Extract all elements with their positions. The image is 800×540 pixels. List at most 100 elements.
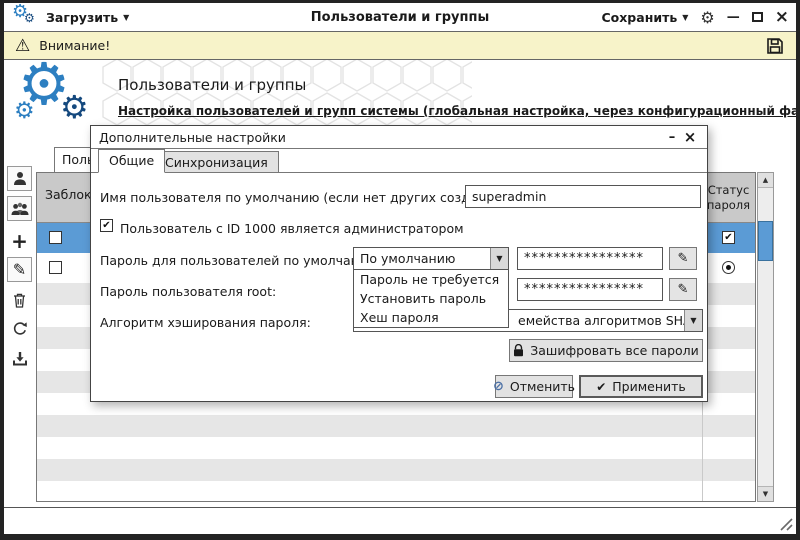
- root-password-input[interactable]: ****************: [517, 278, 663, 301]
- page-subtitle-link[interactable]: Настройка пользователей и групп системы …: [118, 104, 800, 118]
- warning-bar: ⚠ Внимание!: [4, 31, 796, 60]
- dialog-titlebar: Дополнительные настройки – ×: [91, 126, 707, 149]
- admin-checkbox[interactable]: ✔: [100, 219, 113, 232]
- tab-synchronization[interactable]: Синхронизация: [154, 151, 279, 173]
- scrollbar-thumb[interactable]: [758, 221, 773, 261]
- app-window: ⚙ ⚙ Загрузить ▼ Пользователи и группы Со…: [0, 0, 800, 540]
- import-icon: [12, 351, 27, 365]
- users-groups-logo-icon: ⚙ ⚙ ⚙: [14, 50, 112, 132]
- pencil-icon: ✎: [677, 251, 689, 266]
- settings-gear-icon[interactable]: ⚙: [700, 8, 714, 27]
- dropdown-arrow-icon[interactable]: ▼: [684, 310, 702, 331]
- check-icon: ✔: [724, 231, 733, 243]
- password-mode-dropdown: Пароль не требуется Установить пароль Хе…: [353, 269, 509, 328]
- scroll-down-button[interactable]: ▼: [758, 486, 773, 501]
- cancel-label: Отменить: [509, 379, 576, 394]
- chevron-down-icon: ▼: [496, 254, 503, 263]
- default-password-input[interactable]: ****************: [517, 247, 663, 270]
- table-empty-row: [37, 415, 755, 437]
- row-checkbox[interactable]: [49, 261, 62, 274]
- edit-password-button[interactable]: ✎: [669, 247, 697, 270]
- save-menu-label: Сохранить: [601, 9, 678, 25]
- window-title: Пользователи и группы: [310, 9, 490, 25]
- scroll-down-icon: ▼: [762, 490, 769, 498]
- gear-icon: ⚙: [60, 88, 89, 126]
- password-status-radio[interactable]: [722, 261, 735, 274]
- hex-pattern-decoration: [102, 58, 472, 132]
- dialog-close-button[interactable]: ×: [681, 128, 699, 146]
- resize-grip[interactable]: [777, 515, 795, 533]
- table-empty-row: [37, 437, 755, 459]
- check-icon: ✔: [596, 379, 607, 394]
- dropdown-arrow-icon[interactable]: ▼: [490, 248, 508, 269]
- chevron-down-icon: ▼: [123, 12, 130, 22]
- users-group-icon: [11, 202, 28, 215]
- root-password-label: Пароль пользователя root:: [100, 284, 277, 299]
- load-menu-label: Загрузить: [46, 9, 119, 25]
- chevron-down-icon: ▼: [682, 12, 689, 22]
- chevron-down-icon: ▼: [690, 316, 697, 325]
- save-file-icon[interactable]: [765, 36, 785, 56]
- dropdown-option[interactable]: Установить пароль: [354, 289, 508, 308]
- load-menu-button[interactable]: Загрузить ▼: [46, 10, 129, 25]
- dialog-minimize-button[interactable]: –: [663, 130, 681, 145]
- groups-button[interactable]: [7, 196, 32, 221]
- gear-icon: ⚙: [24, 11, 35, 25]
- trash-icon: [14, 293, 25, 308]
- cancel-icon: ⊘: [492, 379, 504, 394]
- dialog-tabs: Общие Синхронизация: [91, 149, 707, 173]
- gear-icon: ⚙: [14, 98, 35, 124]
- close-button[interactable]: ×: [775, 8, 789, 26]
- admin-checkbox-label: Пользователь с ID 1000 является админист…: [120, 221, 464, 236]
- column-header-password-status: Статус пароля: [701, 173, 755, 222]
- minimize-button[interactable]: —: [727, 11, 740, 24]
- cancel-button[interactable]: ⊘ Отменить: [492, 375, 576, 398]
- app-logo-gears-icon: ⚙ ⚙: [12, 1, 38, 29]
- encrypt-all-label: Зашифровать все пароли: [530, 343, 699, 358]
- pencil-icon: ✎: [677, 282, 689, 297]
- encrypt-all-button[interactable]: Зашифровать все пароли: [509, 339, 703, 362]
- save-menu-button[interactable]: Сохранить ▼: [601, 10, 688, 25]
- import-button[interactable]: [7, 346, 32, 371]
- warning-icon: ⚠: [15, 35, 31, 56]
- delete-button[interactable]: [7, 287, 32, 312]
- selected-option: По умолчанию: [360, 251, 456, 266]
- warning-text: Внимание!: [39, 38, 111, 53]
- additional-settings-dialog: Дополнительные настройки – × Общие Синхр…: [90, 125, 708, 402]
- tab-users[interactable]: Поль: [54, 147, 94, 172]
- dialog-title: Дополнительные настройки: [99, 129, 286, 145]
- column-header-blocked: Заблок: [45, 187, 92, 202]
- scroll-up-icon: ▲: [762, 176, 769, 184]
- table-empty-row: [37, 459, 755, 481]
- hash-algorithm-label: Алгоритм хэширования пароля:: [100, 315, 311, 330]
- lock-icon: [514, 344, 524, 357]
- row-checkbox[interactable]: [49, 231, 62, 244]
- user-button[interactable]: [7, 166, 32, 191]
- refresh-icon: [13, 321, 27, 335]
- scroll-up-button[interactable]: ▲: [758, 173, 773, 188]
- edit-root-password-button[interactable]: ✎: [669, 278, 697, 301]
- selected-option: емейства алгоритмов SHA-: [518, 313, 696, 328]
- titlebar: ⚙ ⚙ Загрузить ▼ Пользователи и группы Со…: [4, 1, 796, 31]
- plus-icon: +: [11, 228, 28, 253]
- add-button[interactable]: +: [7, 228, 32, 253]
- check-icon: ✔: [102, 219, 111, 231]
- password-status-checkbox[interactable]: ✔: [722, 231, 735, 244]
- maximize-button[interactable]: [751, 12, 763, 22]
- statusbar-divider: [4, 507, 796, 508]
- default-user-input[interactable]: superadmin: [465, 185, 701, 208]
- tab-general[interactable]: Общие: [98, 149, 166, 173]
- refresh-button[interactable]: [7, 316, 32, 341]
- default-user-label: Имя пользователя по умолчанию (если нет …: [100, 190, 521, 205]
- dropdown-option[interactable]: Пароль не требуется: [354, 270, 508, 289]
- apply-label: Применить: [612, 379, 686, 394]
- edit-button[interactable]: ✎: [7, 257, 32, 282]
- vertical-scrollbar[interactable]: ▲ ▼: [757, 172, 774, 502]
- default-password-label: Пароль для пользователей по умолчанию:: [100, 253, 382, 268]
- pencil-icon: ✎: [12, 260, 27, 279]
- default-password-select[interactable]: По умолчанию ▼: [353, 247, 509, 270]
- apply-button[interactable]: ✔ Применить: [579, 375, 703, 398]
- dropdown-option[interactable]: Хеш пароля: [354, 308, 508, 327]
- user-icon: [13, 172, 26, 185]
- page-title: Пользователи и группы: [118, 76, 307, 94]
